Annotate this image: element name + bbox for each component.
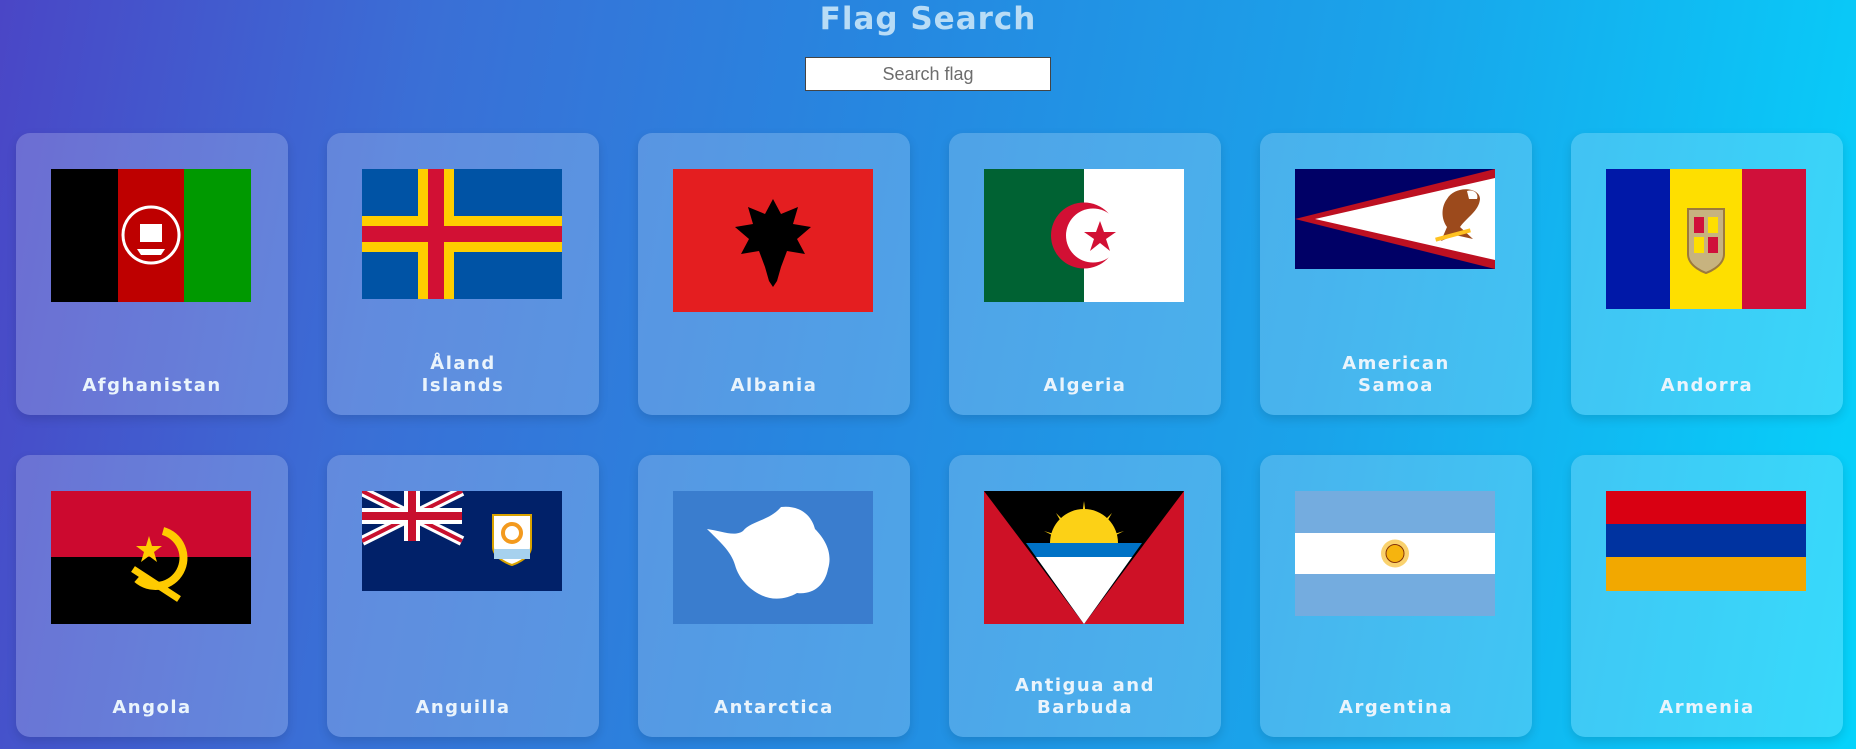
flag-card-name: Armenia: [1659, 697, 1755, 718]
algeria-flag-icon: [984, 169, 1184, 302]
flag-card-argentina[interactable]: Argentina: [1260, 455, 1532, 737]
afghanistan-flag-icon: [51, 169, 251, 302]
argentina-flag-icon: [1295, 491, 1495, 616]
flag-card-name: Anguilla: [415, 697, 511, 718]
flag-card-name: Argentina: [1339, 697, 1453, 718]
flag-card-name: Algeria: [1043, 375, 1127, 396]
flag-card-afghanistan[interactable]: Afghanistan: [16, 133, 288, 415]
flag-card-name: Andorra: [1660, 375, 1754, 396]
flag-card-antigua-and-barbuda[interactable]: Antigua and Barbuda: [949, 455, 1221, 737]
flag-card-name: Antarctica: [714, 697, 834, 718]
flag-card-name: Afghanistan: [82, 375, 222, 396]
flag-card-name: Åland Islands: [421, 353, 505, 396]
flag-card-anguilla[interactable]: Anguilla: [327, 455, 599, 737]
american-samoa-flag-icon: [1295, 169, 1495, 269]
antigua-and-barbuda-flag-icon: [984, 491, 1184, 624]
flag-card-albania[interactable]: Albania: [638, 133, 910, 415]
flag-card-aland-islands[interactable]: Åland Islands: [327, 133, 599, 415]
flag-card-antarctica[interactable]: Antarctica: [638, 455, 910, 737]
flag-card-name: Albania: [730, 375, 818, 396]
armenia-flag-icon: [1606, 491, 1806, 591]
flag-card-name: Angola: [112, 697, 192, 718]
flag-card-algeria[interactable]: Algeria: [949, 133, 1221, 415]
andorra-flag-icon: [1606, 169, 1806, 309]
flag-card-armenia[interactable]: Armenia: [1571, 455, 1843, 737]
aland-islands-flag-icon: [362, 169, 562, 299]
flag-card-name: American Samoa: [1342, 353, 1450, 396]
flag-card-angola[interactable]: Angola: [16, 455, 288, 737]
page-title: Flag Search: [819, 1, 1037, 37]
angola-flag-icon: [51, 491, 251, 624]
flag-card-name: Antigua and Barbuda: [1015, 675, 1155, 718]
flag-card-american-samoa[interactable]: American Samoa: [1260, 133, 1532, 415]
albania-flag-icon: [673, 169, 873, 312]
antarctica-flag-icon: [673, 491, 873, 624]
flag-card-andorra[interactable]: Andorra: [1571, 133, 1843, 415]
search-input[interactable]: [805, 57, 1051, 91]
anguilla-flag-icon: [362, 491, 562, 591]
